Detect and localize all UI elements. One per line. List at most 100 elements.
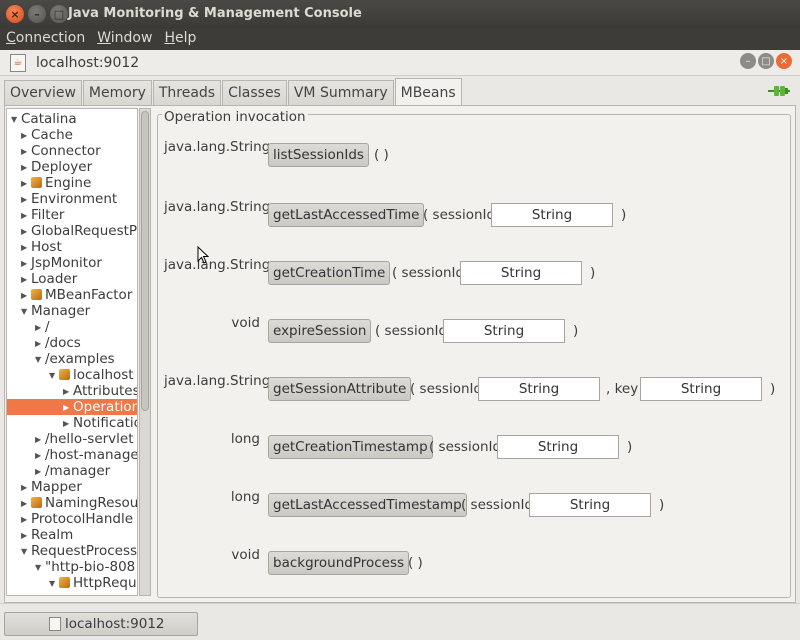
expanded-arrow-icon[interactable]: ▼: [11, 112, 21, 128]
tab-classes[interactable]: Classes: [222, 80, 287, 105]
tree-node[interactable]: ▶ Attributes: [63, 383, 137, 400]
tree-node[interactable]: ▶ Filter: [21, 207, 64, 223]
tree-node[interactable]: ▼ HttpRequ: [49, 575, 137, 591]
collapsed-arrow-icon[interactable]: ▶: [21, 144, 31, 160]
tree-node[interactable]: ▶ Cache: [21, 127, 73, 143]
taskbar-connection-button[interactable]: localhost:9012: [4, 612, 198, 636]
tree-node[interactable]: ▶ Notificatio: [63, 415, 137, 432]
close-icon: ×: [779, 55, 789, 67]
tree-node[interactable]: ▶ ProtocolHandle: [21, 511, 133, 527]
tree-node[interactable]: ▶ Operation: [7, 399, 137, 416]
collapsed-arrow-icon[interactable]: ▶: [35, 432, 45, 448]
collapsed-arrow-icon[interactable]: ▶: [21, 528, 31, 544]
param-input[interactable]: String: [478, 377, 600, 401]
tree-node[interactable]: ▶ Environment: [21, 191, 117, 207]
collapsed-arrow-icon[interactable]: ▶: [63, 416, 73, 432]
tree-node[interactable]: ▼ "http-bio-808: [35, 559, 135, 575]
operation-button[interactable]: getCreationTimestamp: [268, 435, 433, 459]
expanded-arrow-icon[interactable]: ▼: [21, 544, 31, 560]
tree-node[interactable]: ▶ Realm: [21, 527, 73, 543]
collapsed-arrow-icon[interactable]: ▶: [21, 256, 31, 272]
collapsed-arrow-icon[interactable]: ▶: [63, 384, 73, 400]
param-input[interactable]: String: [497, 435, 619, 459]
collapsed-arrow-icon[interactable]: ▶: [21, 208, 31, 224]
collapsed-arrow-icon[interactable]: ▶: [35, 336, 45, 352]
tree-node[interactable]: ▶ Connector: [21, 143, 101, 159]
operation-button[interactable]: expireSession: [268, 319, 372, 343]
maximize-window-button[interactable]: □: [50, 5, 68, 23]
tree-node[interactable]: ▶ Engine: [21, 175, 91, 191]
collapsed-arrow-icon[interactable]: ▶: [21, 240, 31, 256]
collapsed-arrow-icon[interactable]: ▶: [21, 192, 31, 208]
collapsed-arrow-icon[interactable]: ▶: [35, 320, 45, 336]
operation-button[interactable]: getSessionAttribute: [268, 377, 412, 401]
operation-button[interactable]: getLastAccessedTime: [268, 203, 425, 227]
menu-connection[interactable]: Connection: [0, 28, 91, 50]
tree-vertical-scrollbar[interactable]: [139, 108, 151, 596]
java-icon: [49, 617, 61, 631]
tree-node[interactable]: ▶ JspMonitor: [21, 255, 102, 271]
expanded-arrow-icon[interactable]: ▼: [35, 560, 45, 576]
tree-node[interactable]: ▼/examples: [35, 351, 115, 367]
param-input[interactable]: String: [443, 319, 565, 343]
collapsed-arrow-icon[interactable]: ▶: [21, 288, 31, 304]
collapsed-arrow-icon[interactable]: ▶: [21, 160, 31, 176]
tab-overview[interactable]: Overview: [4, 80, 82, 105]
tree-node[interactable]: ▶/hello-servlet: [35, 431, 134, 447]
tree-node[interactable]: ▶ Mapper: [21, 479, 82, 495]
collapsed-arrow-icon[interactable]: ▶: [21, 128, 31, 144]
collapsed-arrow-icon[interactable]: ▶: [35, 464, 45, 480]
param-input[interactable]: String: [460, 261, 582, 285]
tree-node[interactable]: ▶ Deployer: [21, 159, 92, 175]
collapsed-arrow-icon[interactable]: ▶: [21, 496, 31, 512]
tree-node[interactable]: ▶ MBeanFactor: [21, 287, 132, 303]
menu-help[interactable]: Help: [158, 28, 202, 50]
frame-close-button[interactable]: ×: [776, 53, 792, 69]
param-label: ( sessionId: [429, 439, 502, 455]
frame-minimize-button[interactable]: –: [740, 53, 756, 69]
tree-node-label: /host-manage: [45, 447, 138, 463]
tree-node[interactable]: ▼ Manager: [21, 303, 90, 319]
collapsed-arrow-icon[interactable]: ▶: [63, 400, 73, 416]
tree-node[interactable]: ▶ GlobalRequestP: [21, 223, 137, 239]
collapsed-arrow-icon[interactable]: ▶: [21, 176, 31, 192]
tree-node[interactable]: ▶ /: [35, 319, 50, 335]
menu-window[interactable]: Window: [91, 28, 158, 50]
collapsed-arrow-icon[interactable]: ▶: [21, 272, 31, 288]
minimize-window-button[interactable]: –: [28, 5, 46, 23]
collapsed-arrow-icon[interactable]: ▶: [21, 480, 31, 496]
param-input[interactable]: String: [529, 493, 651, 517]
tree-node[interactable]: ▼ localhost: [49, 367, 134, 383]
operation-button[interactable]: getLastAccessedTimestamp: [268, 493, 467, 517]
tree-node[interactable]: ▼ Catalina: [11, 111, 77, 127]
expanded-arrow-icon[interactable]: ▼: [35, 352, 45, 368]
mbean-tree[interactable]: ▼ Catalina ▶ Cache ▶ Connector ▶ Deployer ▶ Engin…: [6, 108, 138, 596]
expanded-arrow-icon[interactable]: ▼: [49, 368, 59, 384]
expanded-arrow-icon[interactable]: ▼: [49, 576, 59, 592]
tab-mbeans[interactable]: MBeans: [394, 78, 462, 105]
expanded-arrow-icon[interactable]: ▼: [21, 304, 31, 320]
operation-button[interactable]: listSessionIds: [268, 143, 369, 167]
collapsed-arrow-icon[interactable]: ▶: [35, 448, 45, 464]
connection-plug-icon[interactable]: [768, 84, 790, 98]
tree-node[interactable]: ▶ NamingResou: [21, 495, 137, 512]
tree-node[interactable]: ▶/host-manage: [35, 447, 138, 464]
operation-button[interactable]: backgroundProcess: [268, 551, 410, 575]
mbeans-content: ▼ Catalina ▶ Cache ▶ Connector ▶ Deployer ▶ Engin…: [4, 105, 796, 603]
scrollbar-thumb[interactable]: [141, 111, 149, 411]
tab-threads[interactable]: Threads: [152, 80, 222, 105]
tree-node[interactable]: ▶ Host: [21, 239, 62, 255]
close-window-button[interactable]: ×: [6, 5, 24, 23]
tab-memory[interactable]: Memory: [82, 80, 152, 105]
tab-vm-summary[interactable]: VM Summary: [287, 80, 394, 105]
tree-node[interactable]: ▶/docs: [35, 335, 81, 351]
param-input[interactable]: String: [491, 203, 613, 227]
collapsed-arrow-icon[interactable]: ▶: [21, 512, 31, 528]
param-input[interactable]: String: [640, 377, 762, 401]
operation-button[interactable]: getCreationTime: [268, 261, 391, 285]
frame-maximize-button[interactable]: □: [758, 53, 774, 69]
collapsed-arrow-icon[interactable]: ▶: [21, 224, 31, 240]
tree-node[interactable]: ▼ RequestProcess: [21, 543, 137, 559]
tree-node[interactable]: ▶ Loader: [21, 271, 77, 287]
tree-node[interactable]: ▶/manager: [35, 463, 110, 479]
